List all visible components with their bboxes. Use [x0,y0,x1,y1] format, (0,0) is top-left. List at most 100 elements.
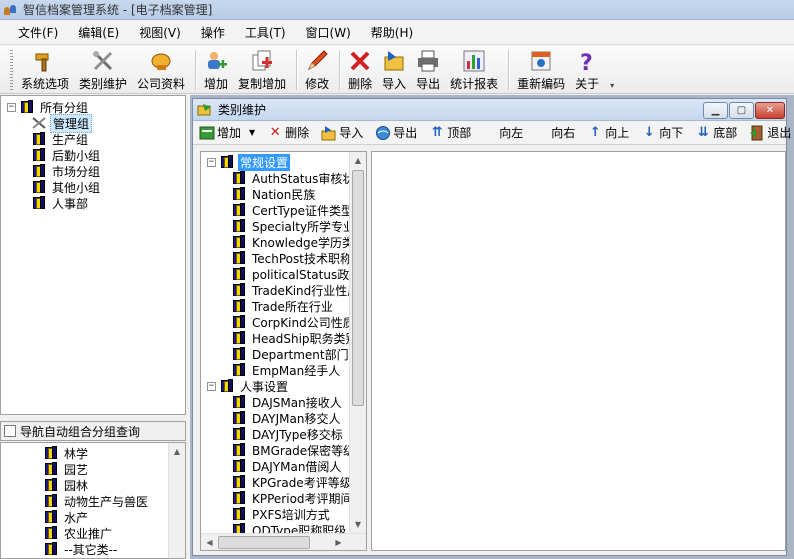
menu-view[interactable]: 视图(V) [129,22,191,43]
child-delete-button[interactable]: ✕ 删除 [267,124,309,141]
list-item[interactable]: 农业推广 [43,525,185,541]
close-button[interactable]: ✕ [755,102,785,119]
tree-item[interactable]: Knowledge学历类 [231,234,349,250]
tree-item[interactable]: HeadShip职务类别 [231,330,349,346]
delete-button[interactable]: 删除 [346,46,374,92]
tree-item[interactable]: politicalStatus政治 [231,266,349,282]
tree-item[interactable]: CorpKind公司性质 [231,314,349,330]
checkbox[interactable] [4,425,16,437]
statistics-report-button[interactable]: 统计报表 [448,46,500,92]
child-right-button[interactable]: 向右 [551,124,575,141]
menu-operate[interactable]: 操作 [191,22,235,43]
tree-item[interactable]: TradeKind行业性质 [231,282,349,298]
list-item[interactable]: 园艺 [43,461,185,477]
tree-item[interactable]: 生产组 [31,131,185,147]
tree-item[interactable]: DAJSMan接收人 [231,394,349,410]
renumber-button[interactable]: 重新编码 [515,46,567,92]
group-tree[interactable]: − 所有分组 管理组 生产组 后勤小组 市场分组 其他小组 人事部 [0,95,186,415]
tree-item[interactable]: 市场分组 [31,163,185,179]
tree-item[interactable]: Department部门类 [231,346,349,362]
tree-item[interactable]: EmpMan经手人 [231,362,349,378]
list-item[interactable]: 水产 [43,509,185,525]
collapse-icon[interactable]: − [207,157,216,167]
nav-auto-group-checkbox[interactable]: 导航自动组合分组查询 [0,421,186,441]
edit-button[interactable]: 修改 [303,46,331,92]
import-button[interactable]: 导入 [380,46,408,92]
scroll-up-icon[interactable]: ▲ [350,152,366,169]
child-left-button[interactable]: 向左 [499,124,523,141]
tree-item[interactable]: DAYJMan移交人 [231,410,349,426]
list-item[interactable]: 动物生产与兽医 [43,493,185,509]
category-maintain-button[interactable]: 类别维护 [77,46,129,92]
child-import-button[interactable]: 导入 [321,124,363,141]
tree-item[interactable]: TechPost技术职称 [231,250,349,266]
book-icon [31,164,47,178]
company-info-button[interactable]: 公司资料 [135,46,187,92]
tree-group-general[interactable]: − 常规设置 [207,153,349,171]
tree-group-hr[interactable]: − 人事设置 [207,378,349,394]
tree-item[interactable]: BMGrade保密等级 [231,442,349,458]
collapse-icon[interactable]: − [207,381,216,391]
menu-window[interactable]: 窗口(W) [296,22,361,43]
list-scrollbar[interactable]: ▲ [168,443,185,558]
child-down-button[interactable]: ↓ 向下 [641,124,683,141]
toolbar-overflow-icon[interactable]: ▾ [607,50,617,90]
tree-item[interactable]: Specialty所学专业 [231,218,349,234]
maximize-button[interactable]: ▢ [729,102,754,119]
child-bottom-button[interactable]: ⇊ 底部 [695,124,737,141]
scroll-up-icon[interactable]: ▲ [169,443,185,460]
category-maintain-window: 类别维护 ▁ ▢ ✕ 增加 ▼ ✕ 删除 导入 导出 ⇈ 顶部 向左 向右 ↑ 向上 ↓… [192,98,791,556]
tree-item[interactable]: Nation民族 [231,186,349,202]
export-button[interactable]: 导出 [414,46,442,92]
copy-add-button[interactable]: 复制增加 [236,46,288,92]
scroll-left-icon[interactable]: ◀ [201,538,218,547]
book-icon [43,494,59,508]
tree-item[interactable]: KPGrade考评等级 [231,474,349,490]
list-item[interactable]: 林学 [43,445,185,461]
add-button[interactable]: 增加 [202,46,230,92]
scroll-thumb[interactable] [352,170,364,406]
category-tree[interactable]: − 常规设置 AuthStatus审核状 Nation民族 CertType证件… [200,151,367,551]
child-up-button[interactable]: ↑ 向上 [587,124,629,141]
tree-item[interactable]: AuthStatus审核状 [231,170,349,186]
tree-item[interactable]: 管理组 [31,113,185,133]
tree-item[interactable]: 其他小组 [31,179,185,195]
h-scroll-thumb[interactable] [218,535,310,549]
book-icon [231,491,247,505]
tree-item[interactable]: CertType证件类型 [231,202,349,218]
child-title-bar[interactable]: 类别维护 ▁ ▢ ✕ [193,99,786,121]
menu-help[interactable]: 帮助(H) [361,22,423,43]
app-logo-icon [4,4,18,16]
scroll-down-icon[interactable]: ▼ [350,516,366,533]
tree-item[interactable]: 人事部 [31,195,185,211]
scroll-right-icon[interactable]: ▶ [330,538,347,547]
child-exit-button[interactable]: 退出 [749,124,791,141]
child-top-button[interactable]: ⇈ 顶部 [429,124,471,141]
about-button[interactable]: ? 关于 [573,46,601,92]
tree-horizontal-scrollbar[interactable]: ◀ ▶ [201,533,366,550]
minimize-button[interactable]: ▁ [703,102,728,119]
tree-item[interactable]: Trade所在行业 [231,298,349,314]
tree-item[interactable]: PXFS培训方式 [231,506,349,522]
toolbar-grip[interactable] [10,50,13,90]
tree-root[interactable]: − 所有分组 [7,99,185,115]
detail-panel[interactable] [371,151,786,551]
tree-item[interactable]: DAJYMan借阅人 [231,458,349,474]
tree-vertical-scrollbar[interactable]: ▲ ▼ [349,152,366,533]
child-add-button[interactable]: 增加 ▼ [199,124,255,141]
child-export-button[interactable]: 导出 [375,124,417,141]
dropdown-arrow-icon[interactable]: ▼ [249,128,255,137]
collapse-icon[interactable]: − [7,102,16,112]
tree-item[interactable]: 后勤小组 [31,147,185,163]
book-icon [231,507,247,521]
list-item[interactable]: 园林 [43,477,185,493]
menu-edit[interactable]: 编辑(E) [68,22,129,43]
menu-file[interactable]: 文件(F) [8,22,68,43]
category-list[interactable]: 林学 园艺 园林 动物生产与兽医 水产 农业推广 --其它类-- ▲ [0,442,186,559]
list-item[interactable]: --其它类-- [43,541,185,557]
tree-item[interactable]: DAYJType移交标 [231,426,349,442]
tree-item[interactable]: KPPeriod考评期间 [231,490,349,506]
book-icon [219,155,235,169]
menu-tools[interactable]: 工具(T) [235,22,296,43]
system-options-button[interactable]: 系统选项 [19,46,71,92]
